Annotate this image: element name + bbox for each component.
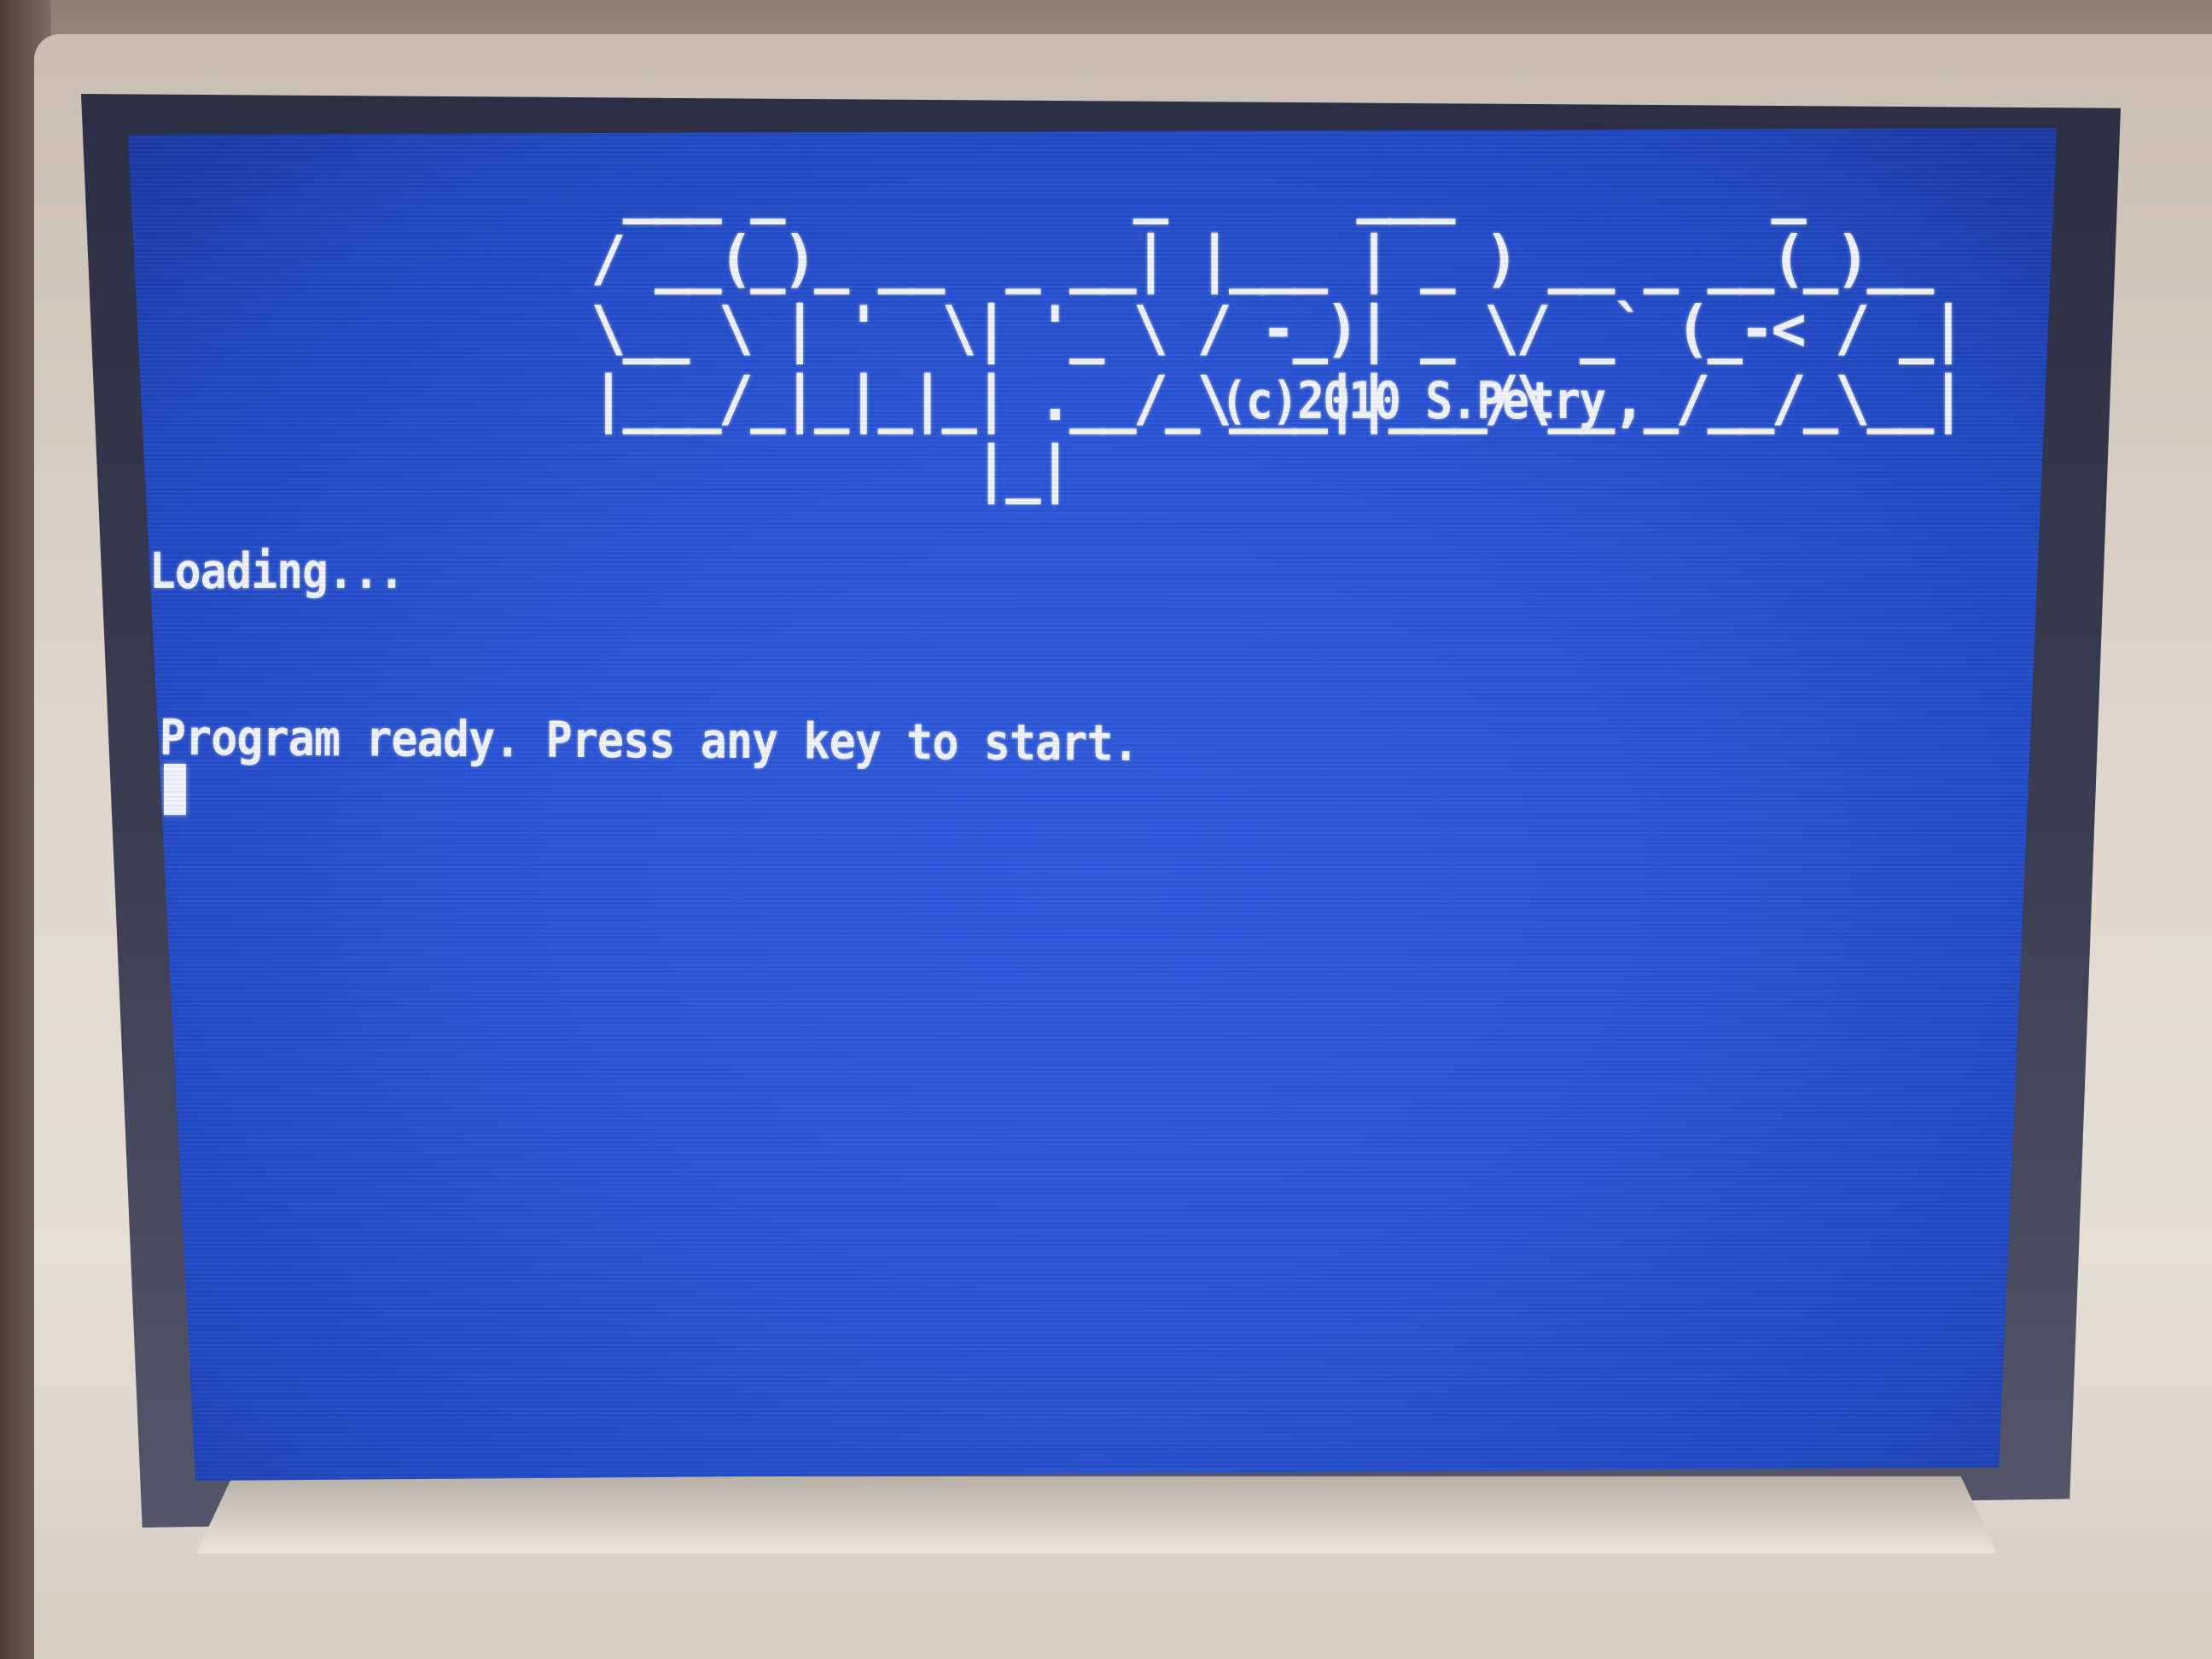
copyright-text: (c)2010 S.Petry (1220, 371, 1606, 431)
text-cursor (164, 764, 186, 815)
ready-prompt: Program ready. Press any key to start. (159, 708, 1139, 772)
crt-screen[interactable]: ___ _ _ ___ _ / __(_)_ __ _ __| |___ | _… (128, 128, 2057, 1481)
simplebasic-ascii-logo: ___ _ _ ___ _ / __(_)_ __ _ __| |___ | _… (591, 153, 1965, 504)
monitor-lower-ledge (196, 1476, 1997, 1553)
loading-message: Loading... (149, 542, 405, 600)
